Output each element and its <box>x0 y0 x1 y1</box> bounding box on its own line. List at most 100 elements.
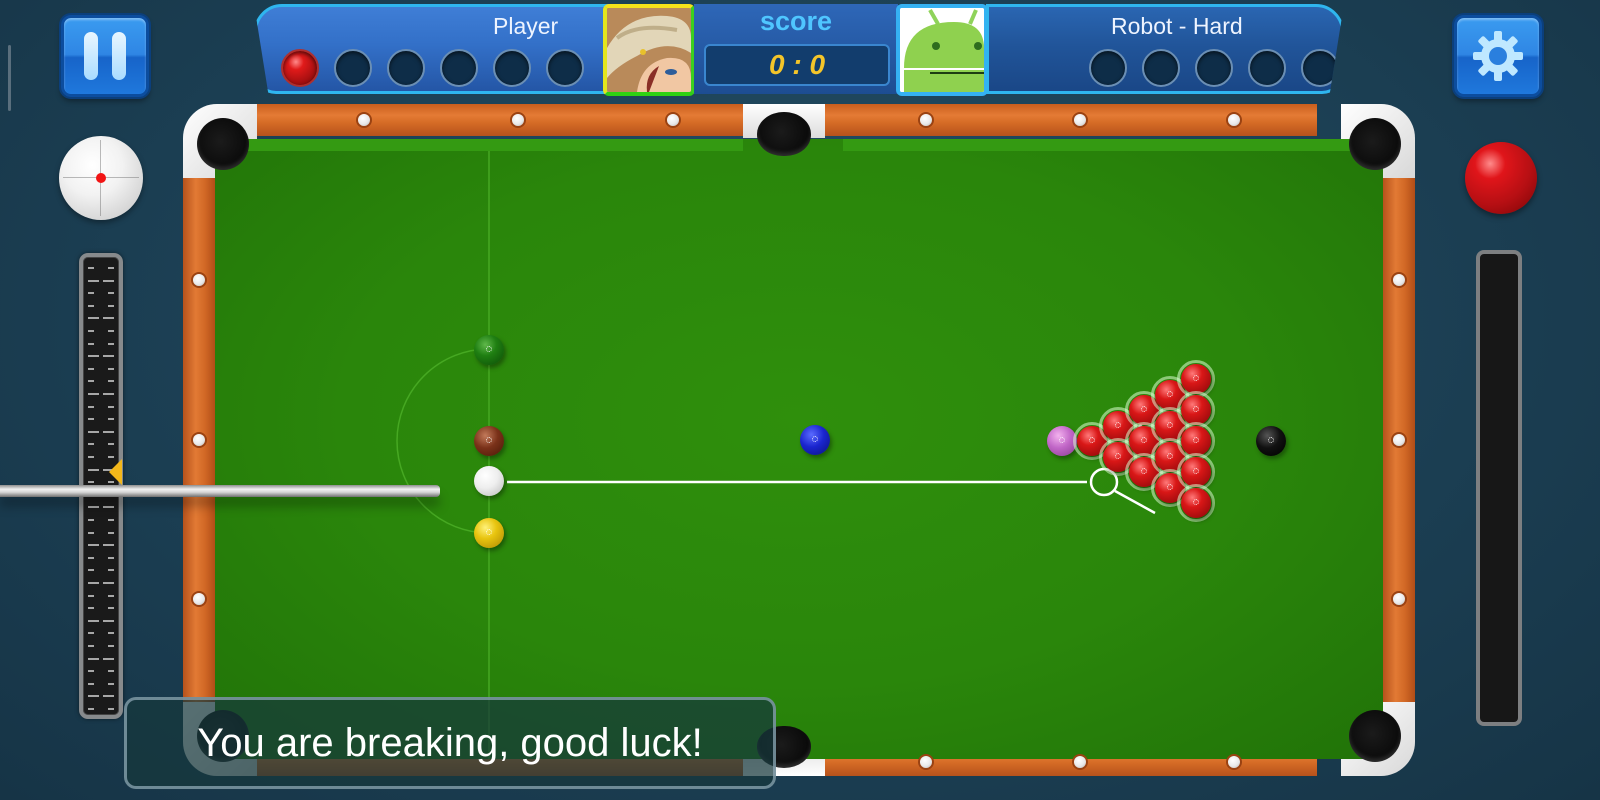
power-tick <box>88 619 99 622</box>
power-tick <box>88 279 99 282</box>
spin-point-dot <box>96 173 106 183</box>
power-tick <box>108 670 114 673</box>
brown-ball <box>474 426 504 456</box>
power-tick <box>88 430 99 433</box>
power-tick <box>108 594 114 597</box>
top-rail-right <box>823 104 1317 136</box>
snooker-table <box>183 104 1415 794</box>
robot-panel: Robot - Hard <box>986 4 1344 94</box>
rail-diamond <box>920 114 932 126</box>
power-tick <box>88 632 94 635</box>
edge-swipe-handle <box>8 45 11 111</box>
power-tick <box>88 355 99 358</box>
cue-ball-spin-selector[interactable] <box>59 136 143 220</box>
cushion <box>843 139 1363 151</box>
robot-avatar[interactable] <box>896 4 988 96</box>
power-tick <box>88 569 94 572</box>
power-tick <box>88 456 94 458</box>
player-avatar[interactable] <box>603 4 695 96</box>
potted-ball-slot <box>1301 49 1339 87</box>
power-tick <box>108 292 114 295</box>
settings-button[interactable] <box>1454 15 1542 97</box>
fine-aim-slider[interactable] <box>1476 250 1522 726</box>
power-tick <box>108 267 114 269</box>
power-tick <box>108 632 114 635</box>
potted-ball-slot <box>1142 49 1180 87</box>
power-tick <box>88 267 94 269</box>
power-tick <box>88 317 99 320</box>
power-tick <box>88 342 94 345</box>
power-tick <box>88 506 99 509</box>
rail-diamond <box>1074 756 1086 768</box>
pause-button[interactable] <box>61 15 149 97</box>
rail-diamond <box>667 114 679 126</box>
power-tick <box>103 317 114 320</box>
red-ball <box>1181 395 1211 425</box>
power-tick <box>103 430 114 433</box>
power-tick <box>88 519 94 521</box>
power-tick <box>108 330 114 332</box>
power-tick <box>108 405 114 408</box>
red-ball <box>1181 364 1211 394</box>
power-tick <box>88 380 94 383</box>
power-tick <box>108 456 114 458</box>
power-tick <box>88 468 99 471</box>
rail-diamond <box>193 593 205 605</box>
green-ball <box>474 335 504 365</box>
blue-ball <box>800 425 830 455</box>
power-tick <box>88 393 99 395</box>
pause-icon <box>77 32 133 80</box>
power-tick <box>103 544 114 547</box>
power-tick <box>108 519 114 521</box>
power-tick <box>108 682 114 685</box>
power-tick <box>103 506 114 509</box>
message-toast: You are breaking, good luck! <box>124 697 776 789</box>
power-tick <box>88 531 94 534</box>
rail-diamond <box>1074 114 1086 126</box>
cowboy-avatar-icon <box>607 8 691 92</box>
power-tick <box>108 342 114 345</box>
cue-stick[interactable] <box>0 485 440 497</box>
gear-icon <box>1473 31 1523 81</box>
power-tick <box>103 657 114 660</box>
rail-diamond <box>512 114 524 126</box>
power-tick <box>88 330 94 332</box>
power-tick <box>88 481 94 484</box>
player-panel: Player <box>254 4 614 94</box>
power-tick <box>88 645 94 647</box>
top-left-pocket <box>197 118 249 170</box>
score-label: score <box>759 6 833 36</box>
power-tick <box>88 657 99 660</box>
rail-diamond <box>193 274 205 286</box>
rail-diamond <box>1393 434 1405 446</box>
power-tick <box>88 607 94 610</box>
power-tick <box>108 569 114 572</box>
power-tick <box>108 708 114 710</box>
power-tick <box>88 418 94 421</box>
red-ball <box>1181 488 1211 518</box>
scoreboard: Player score 0 : 0 Robot - Hard <box>254 4 1346 96</box>
potted-ball-slot <box>387 49 425 87</box>
power-tick <box>88 556 94 559</box>
power-tick <box>103 355 114 358</box>
potted-ball-slot <box>281 49 319 87</box>
red-ball <box>1181 457 1211 487</box>
red-ball <box>1181 426 1211 456</box>
table-cloth[interactable] <box>215 139 1383 759</box>
power-tick <box>88 443 94 446</box>
power-tick <box>88 582 99 584</box>
power-tick <box>88 292 94 295</box>
score-value: 0 : 0 <box>704 44 890 86</box>
power-tick <box>103 393 114 395</box>
robot-name: Robot - Hard <box>1111 13 1243 39</box>
black-ball <box>1256 426 1286 456</box>
cue-ball[interactable] <box>474 466 504 496</box>
power-tick <box>103 695 114 698</box>
rail-diamond <box>358 114 370 126</box>
potted-ball-slot <box>1248 49 1286 87</box>
power-tick <box>103 582 114 584</box>
power-pointer-icon[interactable] <box>109 459 122 486</box>
power-tick <box>88 708 94 710</box>
rail-diamond <box>193 434 205 446</box>
potted-ball-slot <box>440 49 478 87</box>
